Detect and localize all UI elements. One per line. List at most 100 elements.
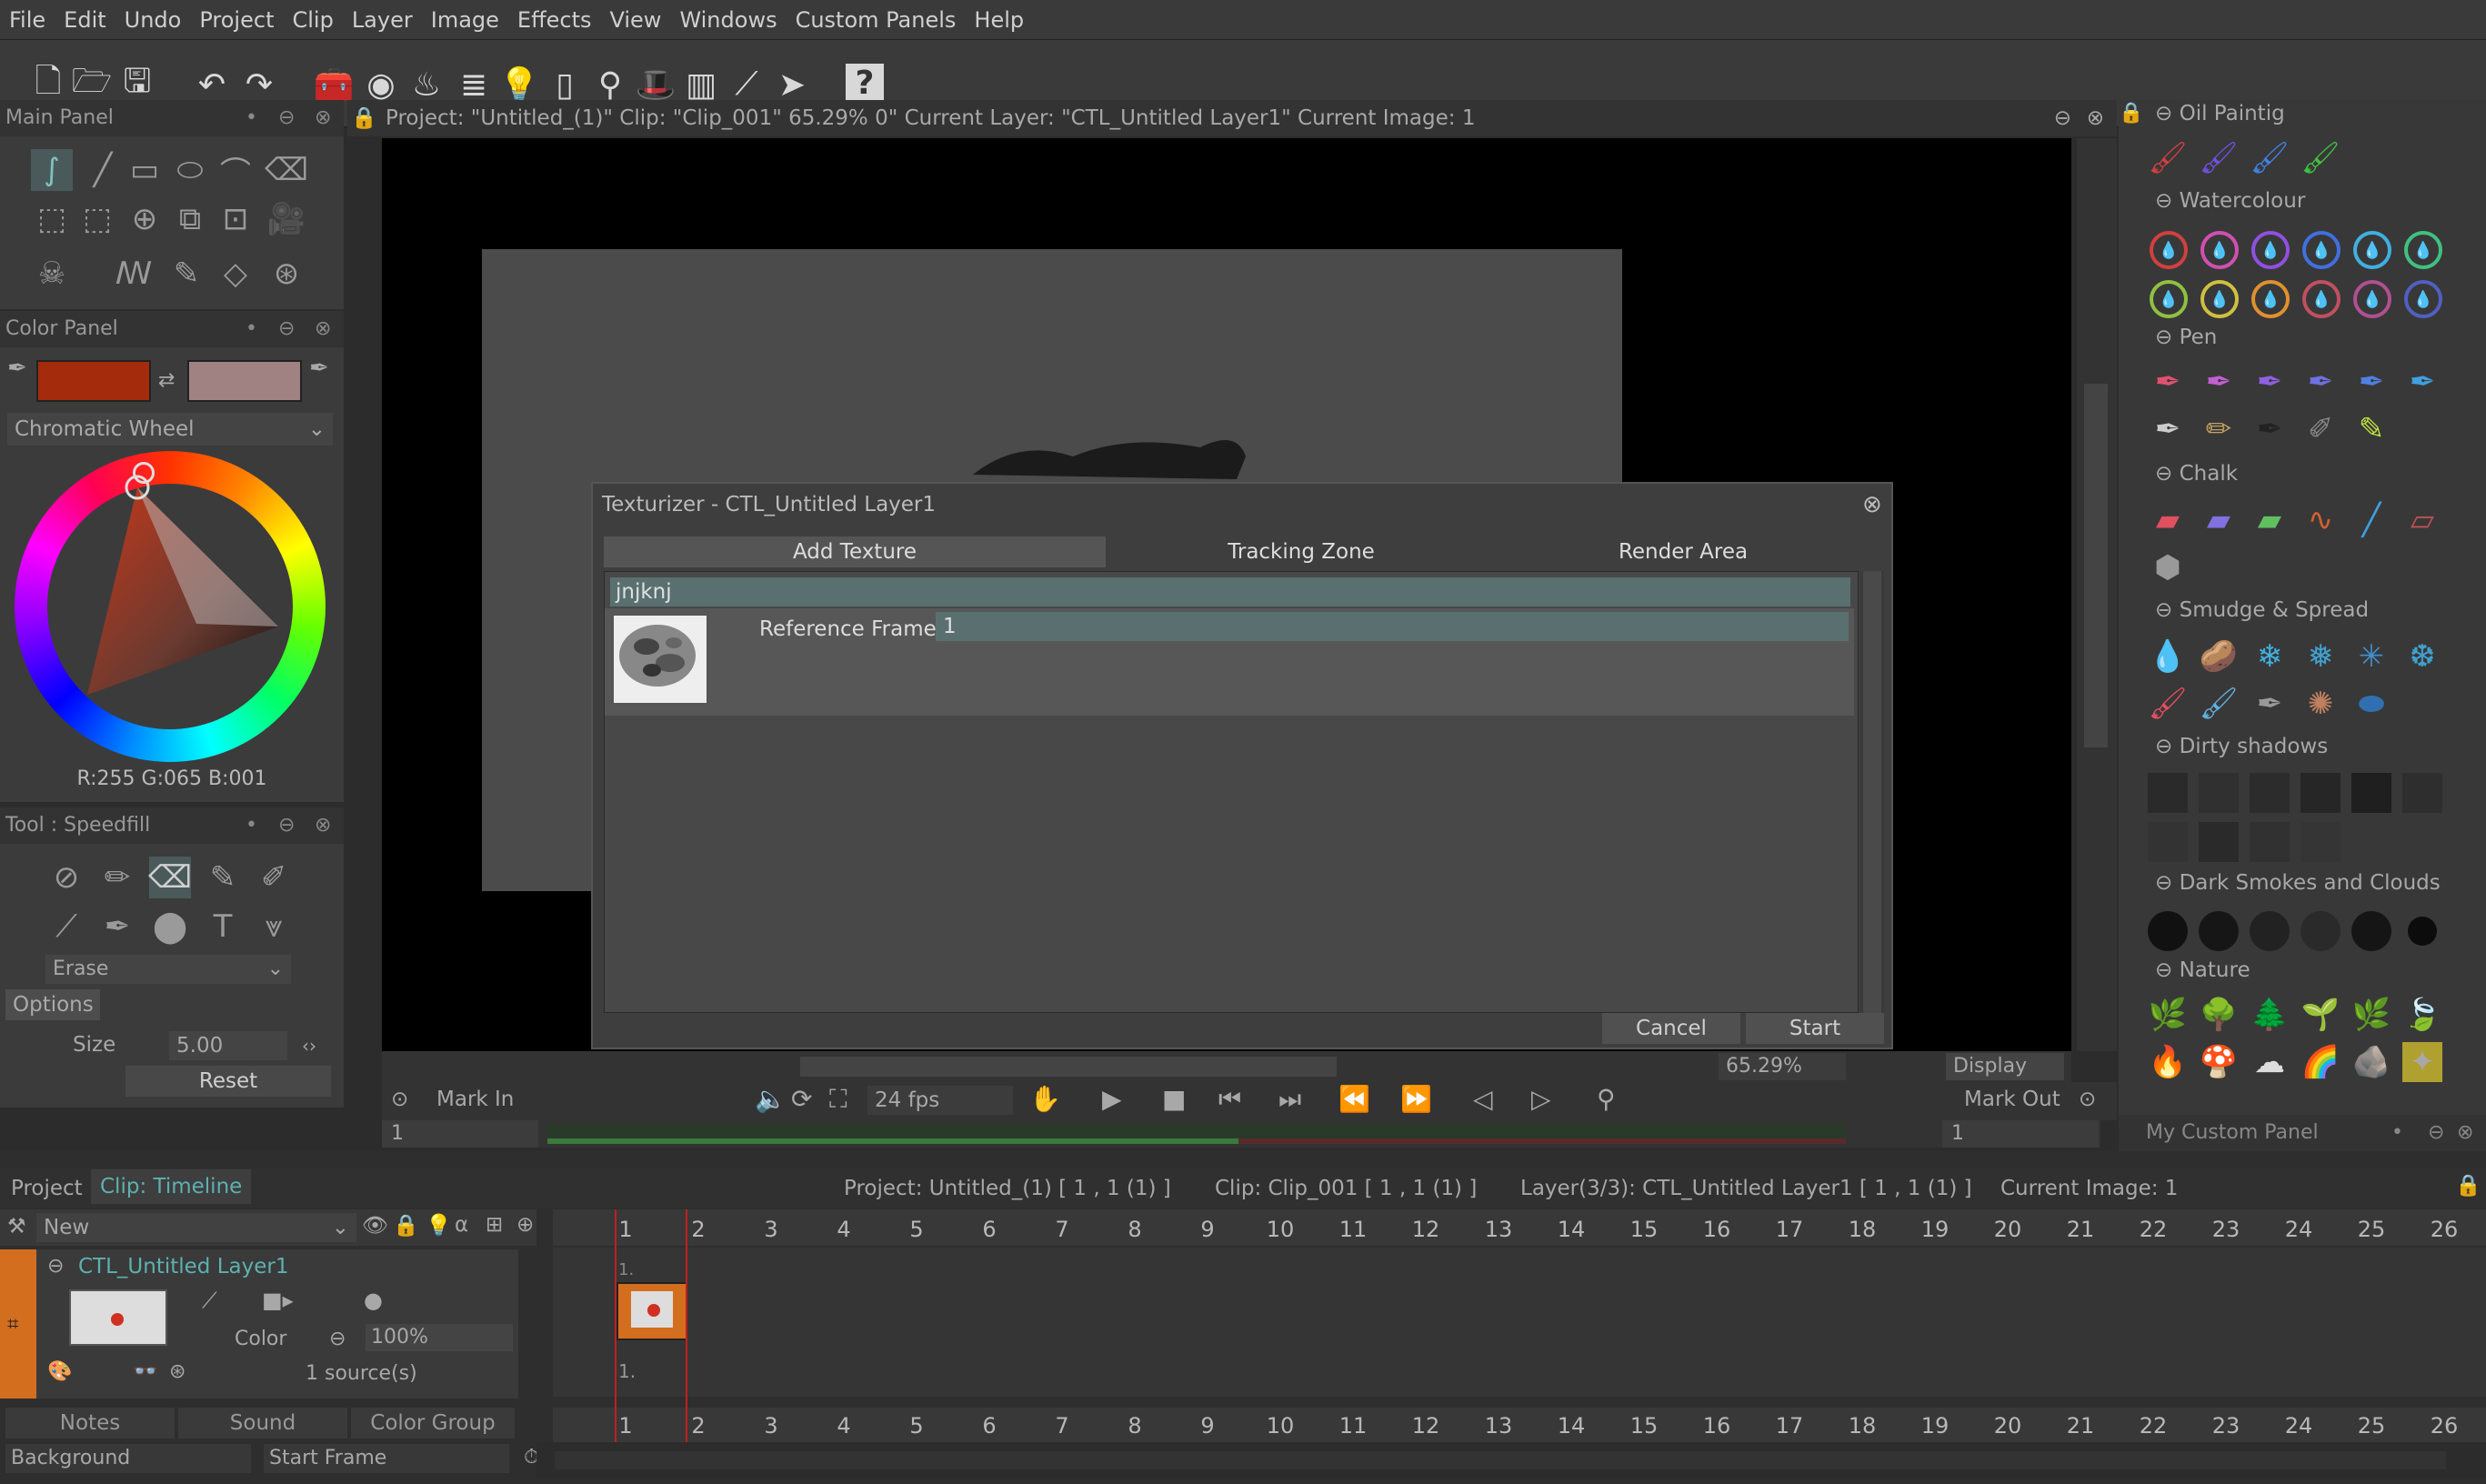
mark-in-icon[interactable]: ⊙	[391, 1088, 408, 1111]
leaf-icon[interactable]: 🍃	[2402, 995, 2442, 1035]
loop-icon[interactable]: ⟳	[791, 1084, 812, 1114]
sparkle-icon[interactable]: ✦	[2402, 1042, 2442, 1082]
frame-number[interactable]: 23	[2212, 1217, 2240, 1242]
ink-pen-icon[interactable]: ✒	[2250, 409, 2290, 449]
watercolor-magenta-icon[interactable]: 💧	[2353, 280, 2391, 318]
panel-close-icon[interactable]: ⊗	[315, 311, 331, 347]
frame-number[interactable]: 10	[1267, 1217, 1295, 1242]
tab-render-area[interactable]: Render Area	[1497, 536, 1870, 567]
current-frame-marker[interactable]	[615, 1209, 687, 1442]
picker-icon[interactable]: ✒	[96, 906, 138, 948]
reference-frame-input[interactable]: 1	[936, 612, 1849, 641]
frame-number[interactable]: 13	[1485, 1217, 1513, 1242]
reset-button[interactable]: Reset	[125, 1066, 331, 1097]
frame-number[interactable]: 12	[1412, 1413, 1440, 1439]
crop-tool-icon[interactable]: ⊡	[215, 198, 256, 240]
watercolor-rose-icon[interactable]: 💧	[2302, 280, 2341, 318]
group-oil-painting[interactable]: ⊖ Oil Paintig	[2155, 102, 2285, 125]
light-icon[interactable]: 💡	[426, 1213, 452, 1238]
frame-number[interactable]: 6	[982, 1217, 996, 1242]
tree-icon[interactable]: 🌳	[2199, 995, 2239, 1035]
dark-smokes-row[interactable]	[2148, 911, 2451, 953]
frame-number[interactable]: 11	[1339, 1413, 1368, 1439]
menu-custom-panels[interactable]: Custom Panels	[787, 0, 966, 40]
opacity-field[interactable]: 100%	[366, 1324, 513, 1351]
transform-tool-icon[interactable]: ⧉	[169, 198, 211, 240]
pen-blue-icon[interactable]: ✒	[2351, 362, 2391, 402]
lock-icon[interactable]: 🔒	[351, 100, 377, 136]
frame-number[interactable]: 3	[764, 1217, 777, 1242]
chalk-block-icon[interactable]: ⬢	[2148, 547, 2188, 587]
play-icon[interactable]: ▶	[1102, 1084, 1122, 1114]
frame-number[interactable]: 2	[691, 1217, 705, 1242]
rect-tool-icon[interactable]: ▭	[124, 149, 165, 191]
pen-grey-icon[interactable]: ✒	[2148, 409, 2188, 449]
start-button[interactable]: Start	[1746, 1013, 1884, 1044]
zoom-field[interactable]: 65.29%	[1719, 1053, 1846, 1080]
mark-out-icon[interactable]: ⊙	[2079, 1088, 2096, 1111]
pen-red-icon[interactable]: ✒	[2148, 362, 2188, 402]
group-dirty-shadows[interactable]: ⊖ Dirty shadows	[2155, 735, 2328, 758]
fern-icon[interactable]: 🌿	[2351, 995, 2391, 1035]
display-select[interactable]: Display	[1946, 1053, 2064, 1080]
fx-icon[interactable]: ⊛	[169, 1360, 185, 1383]
layer-name[interactable]: CTL_Untitled Layer1	[78, 1255, 288, 1278]
skull-tool-icon[interactable]: ☠	[31, 253, 73, 295]
smudge-blob-icon[interactable]: ⬬	[2351, 684, 2391, 724]
zoom-tool-icon[interactable]: ⊕	[124, 198, 165, 240]
fill-tool-icon[interactable]: ◇	[215, 253, 256, 295]
pencil-icon[interactable]: ✏	[2199, 409, 2239, 449]
panel-close-icon[interactable]: ⊗	[315, 807, 331, 844]
menu-clip[interactable]: Clip	[283, 0, 342, 40]
bush-icon[interactable]: 🌱	[2301, 995, 2341, 1035]
frame-number[interactable]: 18	[1849, 1413, 1877, 1439]
sound-tab[interactable]: Sound	[178, 1408, 347, 1439]
tool-mode-select[interactable]: Erase ⌄	[45, 955, 291, 984]
panel-menu-icon[interactable]: •	[246, 311, 257, 347]
tab-project[interactable]: Project	[11, 1177, 83, 1200]
dirty-shadows-grid[interactable]	[2148, 773, 2451, 864]
pattern-tool-icon[interactable]: ⊛	[266, 253, 307, 295]
first-frame-icon[interactable]: ⏮	[1218, 1084, 1241, 1115]
frame-number[interactable]: 5	[909, 1217, 923, 1242]
watercolor-lime-icon[interactable]: 💧	[2150, 280, 2188, 318]
notes-tab[interactable]: Notes	[5, 1408, 175, 1439]
smudge-stone-icon[interactable]: 🥔	[2199, 637, 2239, 677]
smudge-drop-icon[interactable]: 💧	[2148, 637, 2188, 677]
camera-tool-icon[interactable]: 🎥	[266, 198, 307, 240]
out-frame-field[interactable]: 1	[1942, 1120, 2099, 1148]
snowflake-3-icon[interactable]: ✳	[2351, 637, 2391, 677]
frame-number[interactable]: 17	[1776, 1217, 1804, 1242]
fill-brush-icon[interactable]: ⊘	[45, 857, 87, 898]
watercolor-indigo-icon[interactable]: 💧	[2404, 280, 2442, 318]
frame-number[interactable]: 16	[1703, 1217, 1731, 1242]
frame-number[interactable]: 20	[1994, 1217, 2022, 1242]
color-mode-select[interactable]: Chromatic Wheel ⌄	[7, 413, 333, 446]
watercolor-red-icon[interactable]: 💧	[2150, 231, 2188, 269]
background-color-swatch[interactable]	[187, 360, 302, 402]
eyedropper-icon[interactable]: ✒	[309, 355, 329, 382]
panel-minimize-icon[interactable]: ⊖	[278, 311, 295, 347]
tab-tracking-zone[interactable]: Tracking Zone	[1106, 536, 1497, 567]
brush-fill-icon[interactable]: ✐	[253, 857, 295, 898]
frame-number[interactable]: 23	[2212, 1413, 2240, 1439]
smudge-tool-icon[interactable]: ✎	[165, 253, 207, 295]
panel-minimize-icon[interactable]: ⊖	[2428, 1115, 2444, 1151]
volume-icon[interactable]: 🔈	[755, 1084, 787, 1114]
texture-name-field[interactable]: jnjknj	[610, 577, 1850, 607]
ellipse-tool-icon[interactable]: ⬭	[169, 149, 211, 191]
frame-number[interactable]: 7	[1055, 1217, 1068, 1242]
texture-item[interactable]: Reference Frame 1	[605, 608, 1854, 716]
lock-icon[interactable]: 🔒	[393, 1213, 419, 1238]
panel-close-icon[interactable]: ⊗	[2087, 100, 2104, 136]
tab-clip-timeline[interactable]: Clip: Timeline	[91, 1169, 252, 1204]
grass-icon[interactable]: 🌿	[2148, 995, 2188, 1035]
frame-number[interactable]: 24	[2285, 1413, 2313, 1439]
horizontal-scrollbar[interactable]	[800, 1057, 1337, 1077]
watercolor-green-icon[interactable]: 💧	[2404, 231, 2442, 269]
watercolor-yellow-icon[interactable]: 💧	[2200, 280, 2239, 318]
frame-number[interactable]: 4	[837, 1217, 850, 1242]
pen-violet-icon[interactable]: ✒	[2301, 362, 2341, 402]
text-tool-icon[interactable]: T	[202, 906, 244, 948]
frame-number[interactable]: 12	[1412, 1217, 1440, 1242]
